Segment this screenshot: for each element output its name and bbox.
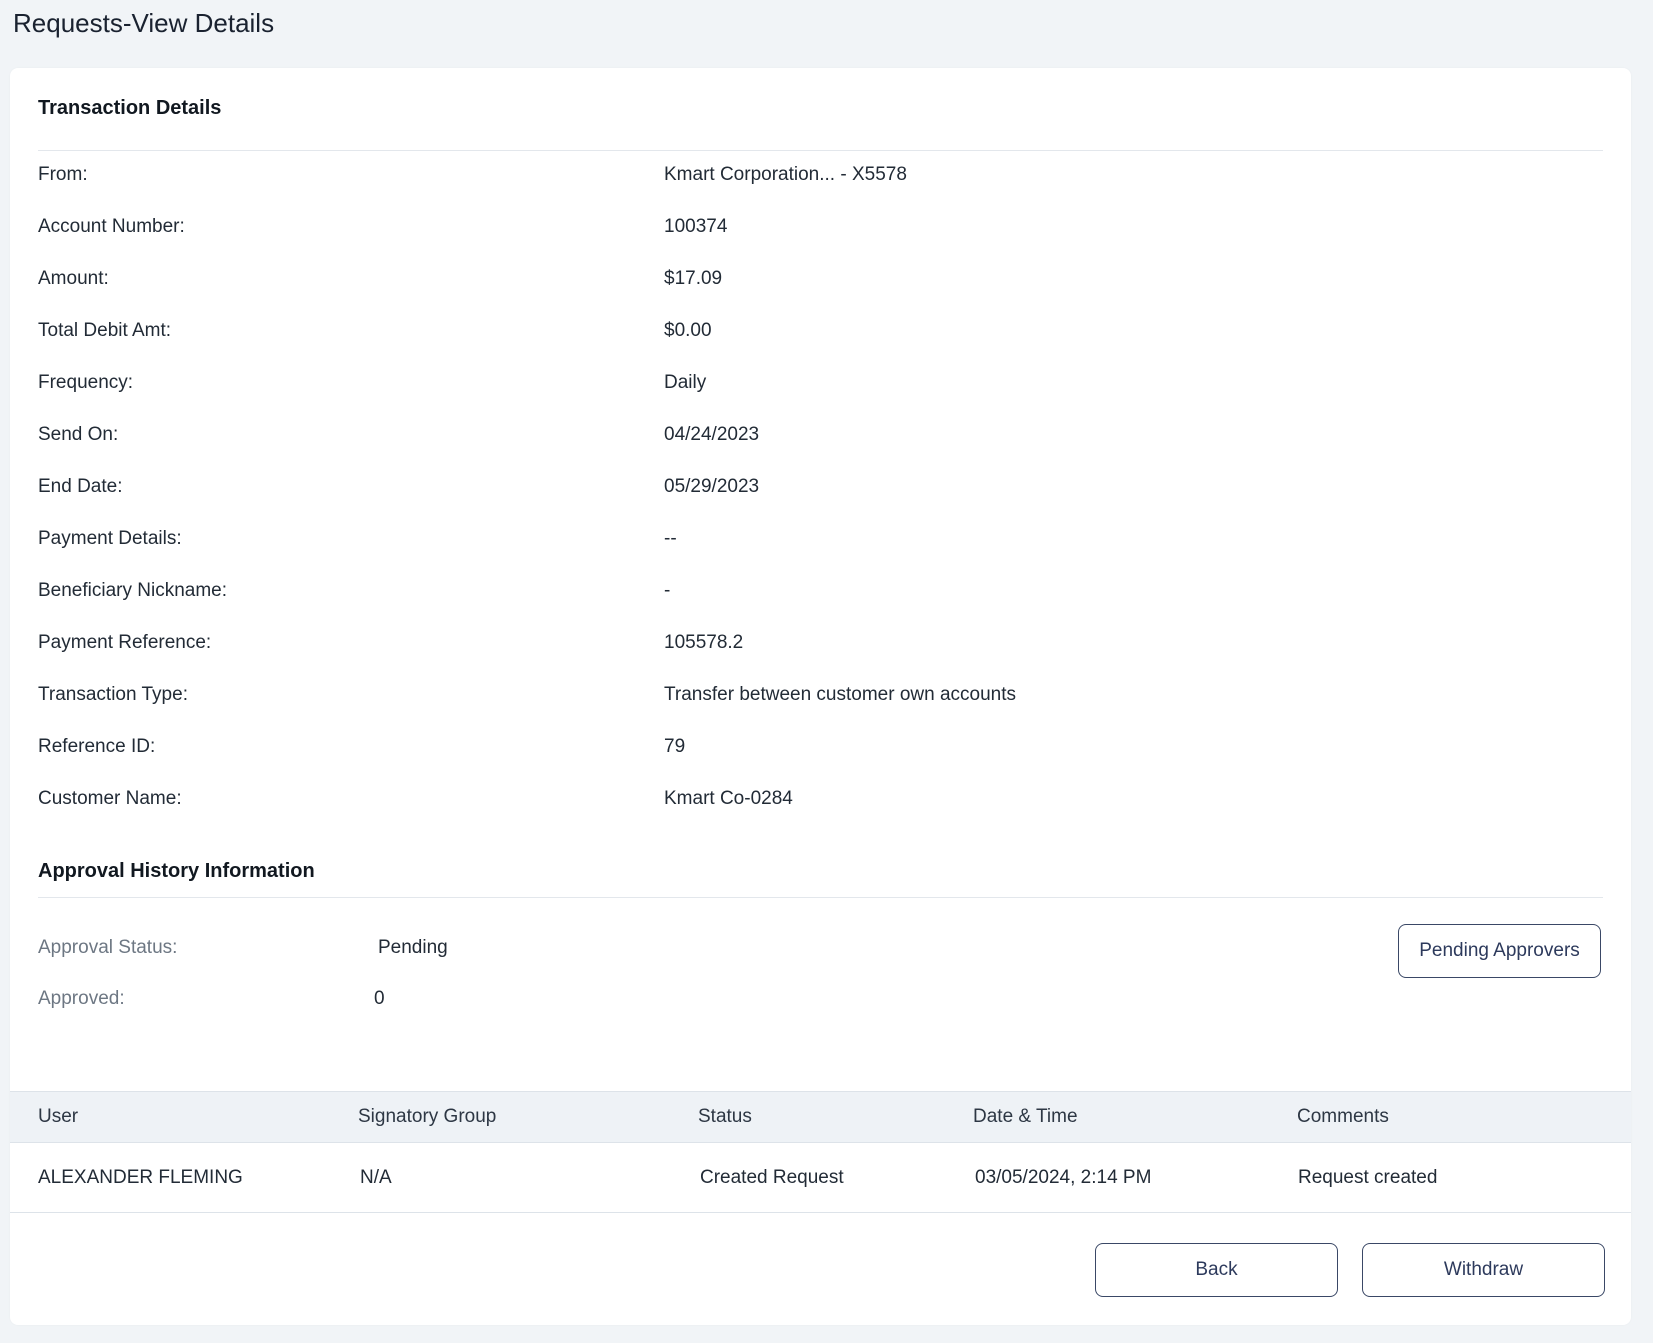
- field-label: Send On:: [38, 424, 119, 445]
- field-label: Customer Name:: [38, 788, 182, 809]
- details-card: Transaction Details From: Kmart Corporat…: [10, 68, 1631, 1325]
- field-account-number: Account Number: 100374: [38, 216, 1598, 256]
- field-value: -: [664, 580, 671, 601]
- field-label: Total Debit Amt:: [38, 320, 172, 341]
- field-label: From:: [38, 164, 88, 185]
- history-table-header: User Signatory Group Status Date & Time …: [10, 1091, 1631, 1143]
- field-value: 79: [664, 736, 686, 757]
- field-label: End Date:: [38, 476, 123, 497]
- cell-status: Created Request: [700, 1167, 844, 1188]
- field-value: 105578.2: [664, 632, 744, 653]
- table-row: ALEXANDER FLEMING N/A Created Request 03…: [10, 1143, 1631, 1213]
- cell-user: ALEXANDER FLEMING: [38, 1167, 243, 1188]
- field-label: Amount:: [38, 268, 109, 289]
- withdraw-button[interactable]: Withdraw: [1362, 1243, 1605, 1297]
- field-label: Frequency:: [38, 372, 134, 393]
- divider: [38, 150, 1603, 151]
- approved-value: 0: [374, 988, 385, 1009]
- cell-signatory-group: N/A: [360, 1167, 392, 1188]
- back-button[interactable]: Back: [1095, 1243, 1338, 1297]
- field-value: Kmart Co-0284: [664, 788, 793, 809]
- field-value: 05/29/2023: [664, 476, 760, 497]
- field-transaction-type: Transaction Type: Transfer between custo…: [38, 684, 1598, 724]
- page-title: Requests-View Details: [13, 8, 275, 38]
- field-reference-id: Reference ID: 79: [38, 736, 1598, 776]
- field-value: $0.00: [664, 320, 712, 341]
- column-header-user: User: [38, 1106, 79, 1127]
- field-customer-name: Customer Name: Kmart Co-0284: [38, 788, 1598, 828]
- field-value: --: [664, 528, 677, 549]
- field-value: Kmart Corporation... - X5578: [664, 164, 907, 185]
- field-value: 100374: [664, 216, 728, 237]
- field-label: Account Number:: [38, 216, 185, 237]
- field-payment-details: Payment Details: --: [38, 528, 1598, 568]
- column-header-comments: Comments: [1297, 1106, 1389, 1127]
- field-send-on: Send On: 04/24/2023: [38, 424, 1598, 464]
- field-label: Payment Reference:: [38, 632, 212, 653]
- field-amount: Amount: $17.09: [38, 268, 1598, 308]
- field-label: Transaction Type:: [38, 684, 188, 705]
- field-label: Reference ID:: [38, 736, 156, 757]
- field-label: Beneficiary Nickname:: [38, 580, 228, 601]
- pending-approvers-button[interactable]: Pending Approvers: [1398, 924, 1601, 978]
- approval-history-title: Approval History Information: [38, 860, 315, 882]
- column-header-status: Status: [698, 1106, 752, 1127]
- field-end-date: End Date: 05/29/2023: [38, 476, 1598, 516]
- transaction-details-title: Transaction Details: [38, 97, 222, 119]
- column-header-signatory-group: Signatory Group: [358, 1106, 497, 1127]
- field-frequency: Frequency: Daily: [38, 372, 1598, 412]
- field-value: 04/24/2023: [664, 424, 760, 445]
- field-from: From: Kmart Corporation... - X5578: [38, 164, 1598, 204]
- field-value: $17.09: [664, 268, 723, 289]
- field-value: Transfer between customer own accounts: [664, 684, 1017, 705]
- approval-status-value: Pending: [378, 937, 448, 958]
- field-total-debit: Total Debit Amt: $0.00: [38, 320, 1598, 360]
- field-beneficiary-nickname: Beneficiary Nickname: -: [38, 580, 1598, 620]
- cell-date-time: 03/05/2024, 2:14 PM: [975, 1167, 1152, 1188]
- column-header-date-time: Date & Time: [973, 1106, 1078, 1127]
- field-value: Daily: [664, 372, 707, 393]
- approved-label: Approved:: [38, 988, 125, 1009]
- field-label: Payment Details:: [38, 528, 182, 549]
- approval-status-label: Approval Status:: [38, 937, 178, 958]
- cell-comments: Request created: [1298, 1167, 1438, 1188]
- divider: [38, 897, 1603, 898]
- field-payment-reference: Payment Reference: 105578.2: [38, 632, 1598, 672]
